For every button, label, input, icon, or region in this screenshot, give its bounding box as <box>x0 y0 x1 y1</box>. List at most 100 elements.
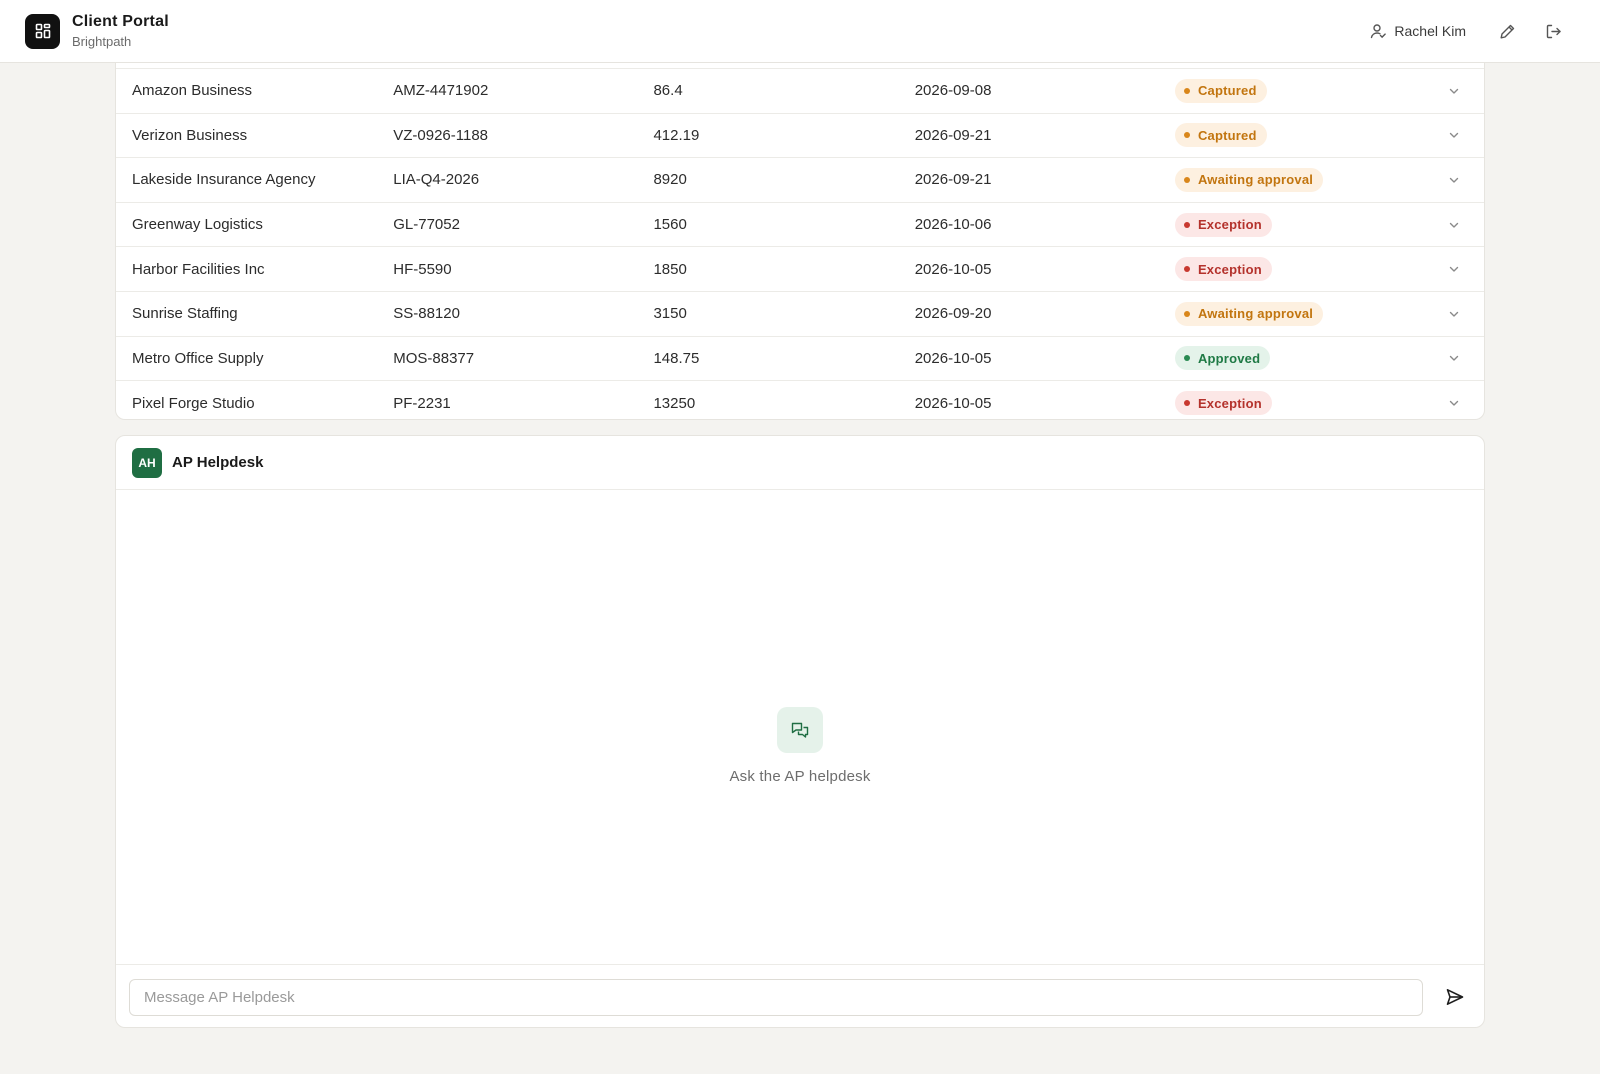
expand-row-button[interactable] <box>1424 308 1484 320</box>
status-dot <box>1183 221 1190 228</box>
expand-row-button[interactable] <box>1424 263 1484 275</box>
edit-button[interactable] <box>1492 16 1522 46</box>
due-date-cell: 2026-10-05 <box>914 394 992 412</box>
due-date-cell: 2026-09-21 <box>914 126 992 144</box>
chevron-down-icon <box>1449 177 1459 183</box>
app-title: Client Portal <box>72 12 169 30</box>
status-cell: Approved <box>1174 346 1424 371</box>
top-bar: Client Portal Brightpath Rachel Kim <box>0 0 1600 63</box>
table-body: Amazon Business AMZ-4471902 86.4 2026-09… <box>116 69 1484 419</box>
amount-cell: 148.75 <box>653 349 700 367</box>
invoice-number-cell: GL-77052 <box>393 216 460 234</box>
table-row[interactable]: Sunrise Staffing SS-88120 3150 2026-09-2… <box>116 292 1484 337</box>
chevron-down-icon <box>1449 401 1459 407</box>
user-name: Rachel Kim <box>1394 23 1466 39</box>
status-dot <box>1183 400 1190 407</box>
due-date-cell: 2026-10-06 <box>914 216 992 234</box>
helpdesk-panel: AH AP Helpdesk Ask the AP helpdesk <box>115 435 1485 1028</box>
dashboard-grid-icon[interactable] <box>25 13 60 49</box>
status-label: Awaiting approval <box>1197 306 1314 322</box>
due-date-cell: 2026-09-20 <box>914 305 992 323</box>
expand-row-button[interactable] <box>1424 397 1484 409</box>
status-label: Exception <box>1197 261 1262 277</box>
amount-cell: 86.4 <box>653 82 683 100</box>
empty-state-text: Ask the AP helpdesk <box>729 768 871 785</box>
message-composer <box>116 964 1484 1027</box>
send-icon <box>1446 989 1464 1005</box>
due-date-cell: 2026-09-21 <box>914 171 992 189</box>
status-cell: Exception <box>1174 257 1424 282</box>
status-label: Awaiting approval <box>1197 172 1314 188</box>
status-badge: Approved <box>1174 346 1271 371</box>
expand-row-button[interactable] <box>1424 352 1484 364</box>
table-row[interactable]: Lakeside Insurance Agency LIA-Q4-2026 89… <box>116 158 1484 203</box>
table-row[interactable]: Verizon Business VZ-0926-1188 412.19 202… <box>116 114 1484 159</box>
status-label: Captured <box>1197 83 1257 99</box>
status-cell: Exception <box>1174 212 1424 237</box>
due-date-cell: 2026-10-05 <box>914 349 992 367</box>
chevron-down-icon <box>1449 356 1459 362</box>
invoice-number-cell: MOS-88377 <box>393 349 475 367</box>
amount-cell: 13250 <box>653 394 696 412</box>
logout-button[interactable] <box>1538 16 1568 46</box>
amount-cell: 8920 <box>653 171 687 189</box>
chevron-down-icon <box>1449 266 1459 272</box>
amount-cell: 3150 <box>653 305 687 323</box>
chevron-down-icon <box>1449 311 1459 317</box>
expand-row-button[interactable] <box>1424 219 1484 231</box>
top-right-actions: Rachel Kim <box>1370 16 1575 46</box>
table-row[interactable]: Greenway Logistics GL-77052 1560 2026-10… <box>116 203 1484 248</box>
table-row[interactable]: Harbor Facilities Inc HF-5590 1850 2026-… <box>116 247 1484 292</box>
helpdesk-header: AH AP Helpdesk <box>116 436 1484 490</box>
expand-row-button[interactable] <box>1424 129 1484 141</box>
status-badge: Captured <box>1174 123 1267 148</box>
invoice-number-cell: HF-5590 <box>393 260 452 278</box>
pencil-icon <box>1500 24 1514 38</box>
status-label: Exception <box>1197 217 1262 233</box>
status-dot <box>1183 355 1190 362</box>
helpdesk-title: AP Helpdesk <box>172 454 264 471</box>
invoice-number-cell: PF-2231 <box>393 394 451 412</box>
user-menu[interactable]: Rachel Kim <box>1370 23 1466 39</box>
status-label: Exception <box>1197 395 1262 411</box>
chat-messages: Ask the AP helpdesk <box>116 490 1484 964</box>
status-label: Approved <box>1197 350 1261 366</box>
table-row[interactable]: Metro Office Supply MOS-88377 148.75 202… <box>116 337 1484 382</box>
user-icon <box>1371 24 1387 39</box>
table-row[interactable]: Amazon Business AMZ-4471902 86.4 2026-09… <box>116 69 1484 114</box>
status-label: Captured <box>1197 127 1257 143</box>
invoice-number-cell: SS-88120 <box>393 305 460 323</box>
status-cell: Captured <box>1174 123 1424 148</box>
invoice-number-cell: VZ-0926-1188 <box>393 126 489 144</box>
status-cell: Awaiting approval <box>1174 167 1424 192</box>
status-badge: Awaiting approval <box>1174 301 1324 326</box>
chat-bubbles-icon <box>777 707 823 753</box>
chevron-down-icon <box>1449 88 1459 94</box>
expand-row-button[interactable] <box>1424 85 1484 97</box>
chevron-down-icon <box>1449 222 1459 228</box>
vendor-cell: Greenway Logistics <box>132 216 263 234</box>
org-name: Brightpath <box>72 33 132 49</box>
status-badge: Exception <box>1174 257 1272 282</box>
vendor-cell: Metro Office Supply <box>132 349 264 367</box>
invoice-number-cell: AMZ-4471902 <box>393 82 489 100</box>
due-date-cell: 2026-09-08 <box>914 82 992 100</box>
invoice-table: Amazon Business AMZ-4471902 86.4 2026-09… <box>115 63 1485 420</box>
status-dot <box>1183 132 1190 139</box>
due-date-cell: 2026-10-05 <box>914 260 992 278</box>
table-row[interactable]: Pixel Forge Studio PF-2231 13250 2026-10… <box>116 381 1484 419</box>
status-dot <box>1183 266 1190 273</box>
status-cell: Exception <box>1174 391 1424 416</box>
invoice-number-cell: LIA-Q4-2026 <box>393 171 480 189</box>
status-badge: Awaiting approval <box>1174 167 1324 192</box>
amount-cell: 412.19 <box>653 126 700 144</box>
amount-cell: 1850 <box>653 260 687 278</box>
amount-cell: 1560 <box>653 216 687 234</box>
vendor-cell: Verizon Business <box>132 126 248 144</box>
status-badge: Exception <box>1174 212 1272 237</box>
brand: Client Portal Brightpath <box>72 12 169 51</box>
vendor-cell: Pixel Forge Studio <box>132 394 255 412</box>
message-input[interactable] <box>129 978 1423 1016</box>
send-button[interactable] <box>1440 982 1470 1012</box>
expand-row-button[interactable] <box>1424 174 1484 186</box>
